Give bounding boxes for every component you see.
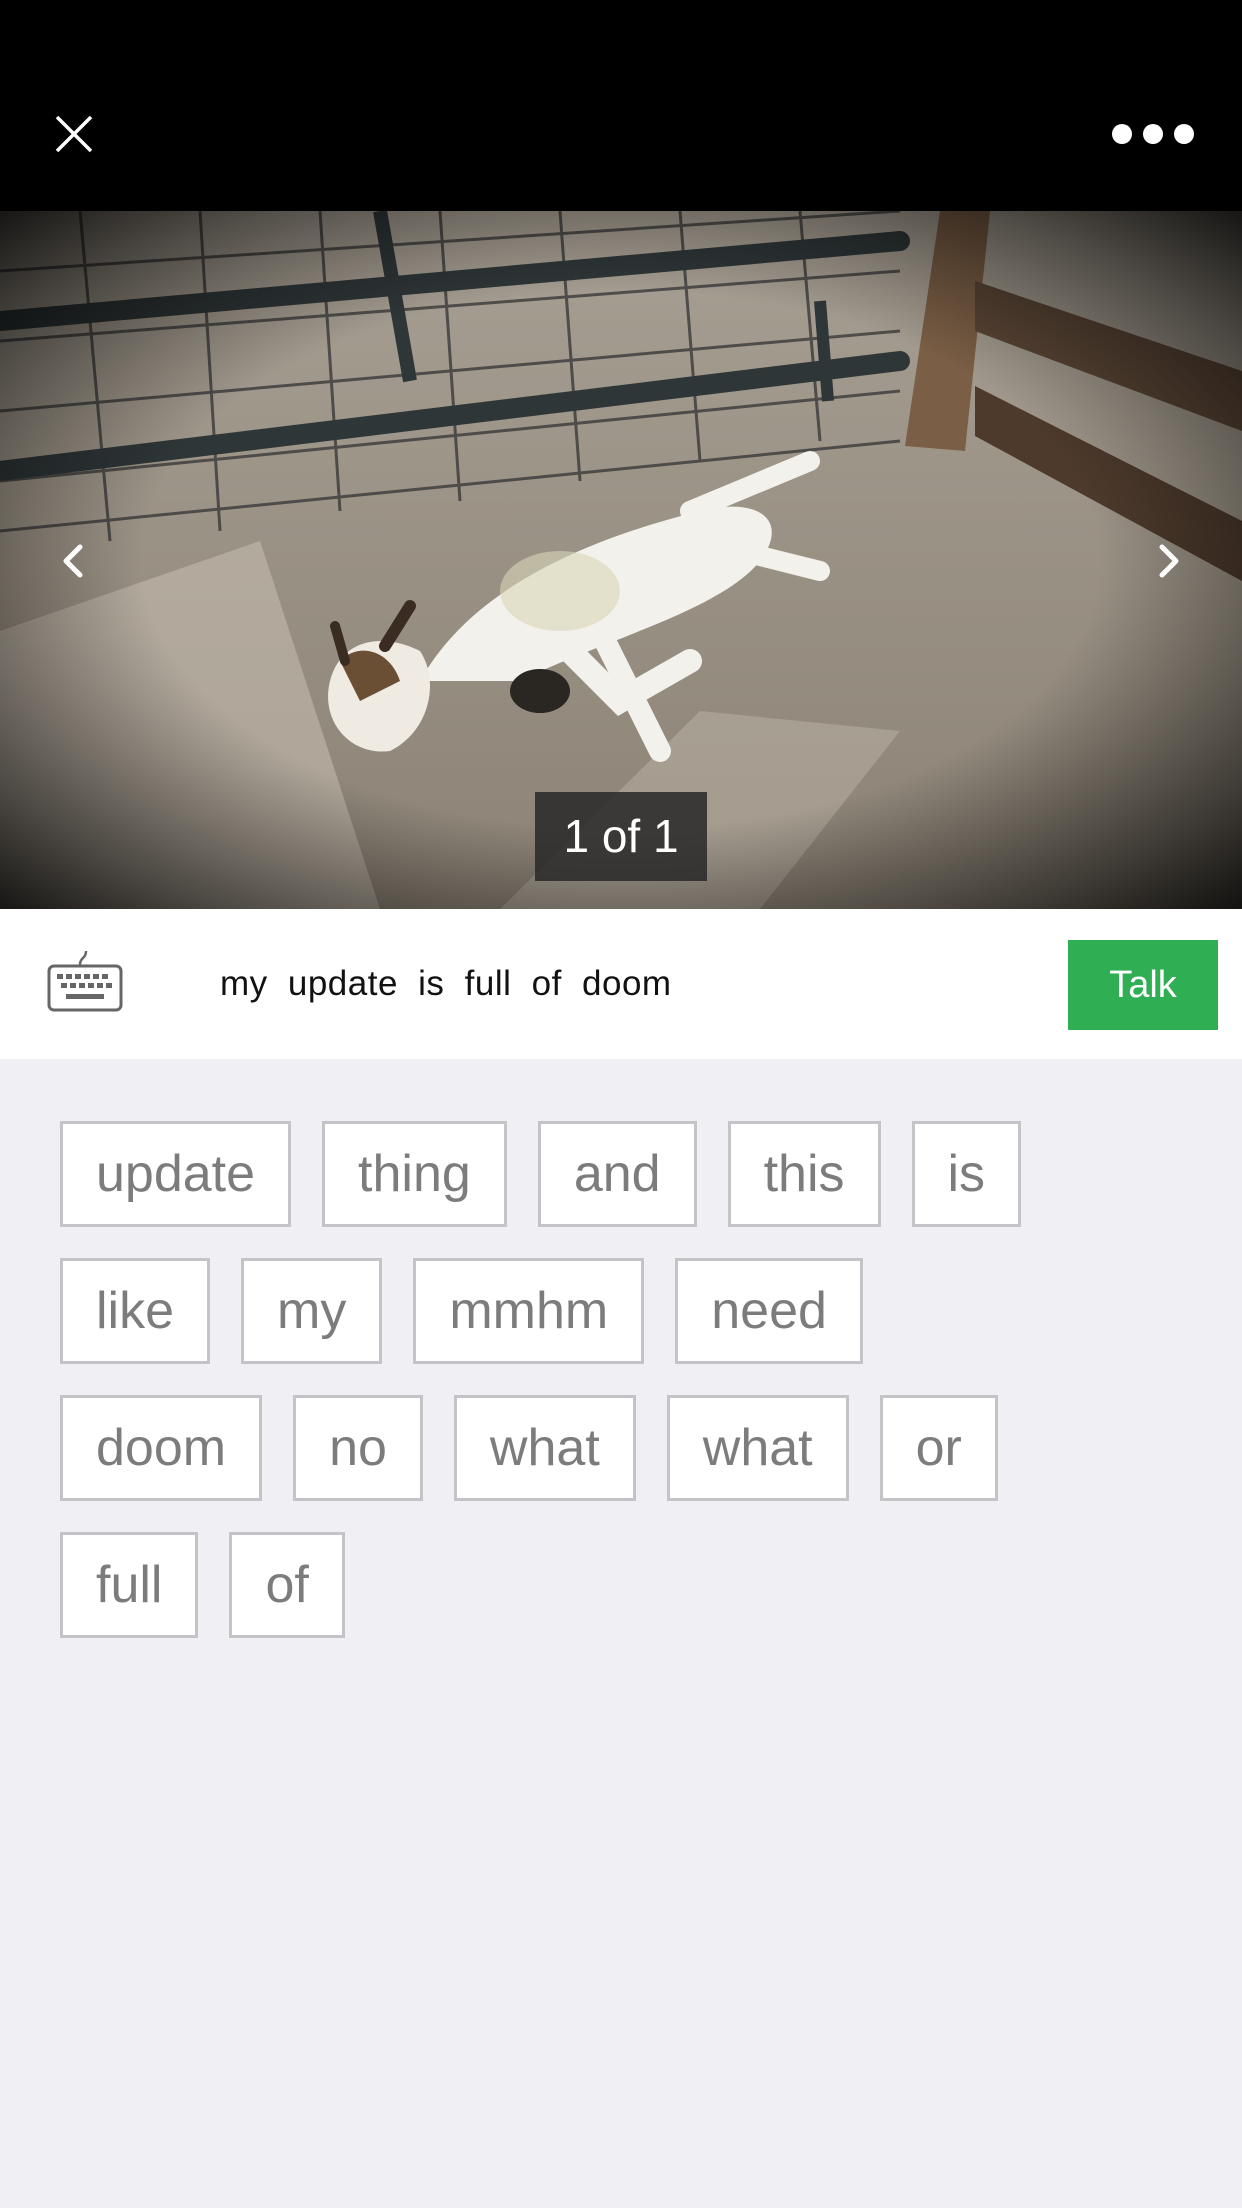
word-chip[interactable]: doom (60, 1395, 263, 1501)
word-chip[interactable]: or (879, 1395, 998, 1501)
chevron-right-icon[interactable] (1138, 531, 1198, 591)
word-chip[interactable]: what (453, 1395, 636, 1501)
word-chip[interactable]: is (911, 1121, 1022, 1227)
top-bar (0, 0, 1242, 211)
composed-sentence[interactable]: my update is full of doom (220, 909, 672, 1059)
word-chip[interactable]: need (675, 1258, 863, 1364)
composer-bar: my update is full of doom Talk (0, 909, 1242, 1059)
word-row: full of (60, 1532, 1190, 1638)
word-chip[interactable]: this (727, 1121, 881, 1227)
word-chip[interactable]: like (60, 1258, 211, 1364)
word-chip[interactable]: my (241, 1258, 383, 1364)
word-chip[interactable]: no (293, 1395, 423, 1501)
word-chip[interactable]: what (666, 1395, 849, 1501)
word-row: like my mmhm need (60, 1258, 1190, 1364)
word-chip[interactable]: of (229, 1532, 345, 1638)
photo-viewer: 1 of 1 (0, 211, 1242, 909)
word-chip[interactable]: thing (322, 1121, 507, 1227)
word-chip[interactable]: mmhm (413, 1258, 645, 1364)
word-chip[interactable]: update (60, 1121, 292, 1227)
talk-button[interactable]: Talk (1068, 940, 1218, 1030)
word-row: doom no what what or (60, 1395, 1190, 1501)
word-chip[interactable]: and (537, 1121, 697, 1227)
close-icon[interactable] (44, 104, 104, 164)
more-options-icon[interactable] (1108, 114, 1198, 154)
keyboard-icon[interactable] (46, 949, 124, 1013)
word-chip[interactable]: full (60, 1532, 199, 1638)
word-row: update thing and this is (60, 1121, 1190, 1227)
chevron-left-icon[interactable] (44, 531, 104, 591)
word-bank: update thing and this is like my mmhm need doom no… (60, 1121, 1190, 1669)
image-counter: 1 of 1 (535, 792, 707, 881)
